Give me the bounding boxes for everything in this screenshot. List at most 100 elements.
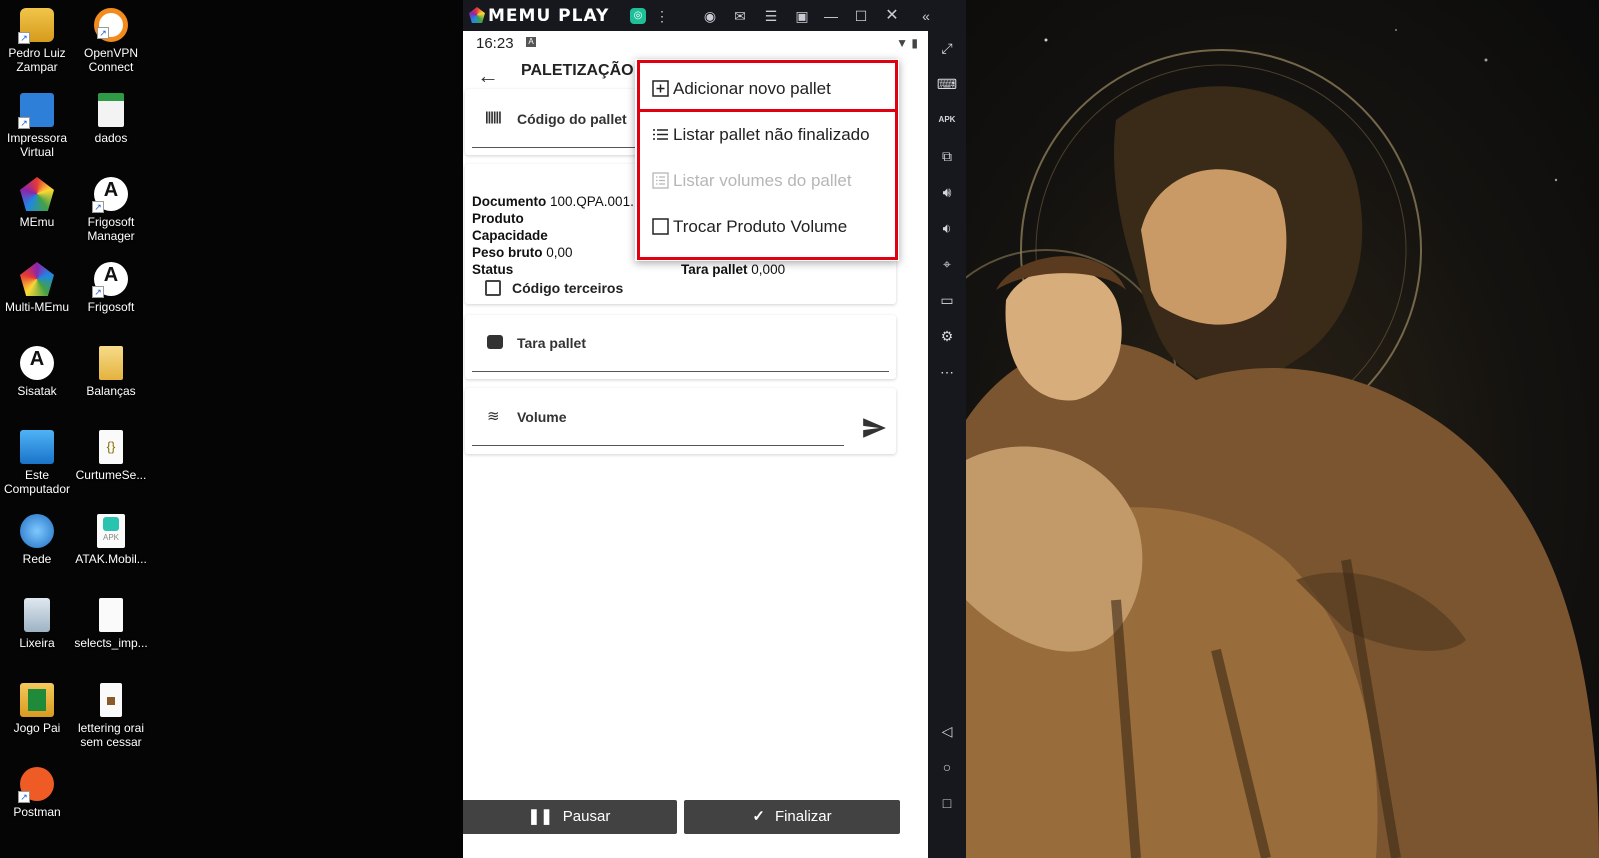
more-horizontal-icon[interactable]: ⋯ [936, 361, 958, 383]
memu-logo-icon [469, 7, 485, 23]
status-row: Status [472, 262, 513, 277]
mail-icon[interactable]: ✉ [730, 6, 750, 26]
collapse-sidebar-icon[interactable]: « [916, 6, 936, 26]
desktop-icon-label: CurtumeSe... [75, 468, 147, 482]
json-file-icon: {} [99, 430, 123, 464]
volume-up-icon[interactable]: 🔊︎ [936, 181, 958, 203]
pause-button-label: Pausar [562, 808, 611, 825]
desktop: ↗ Pedro Luiz Zampar ↗ Impressora Virtual… [0, 0, 1599, 858]
android-recents-icon[interactable]: □ [936, 792, 958, 814]
tara-pallet-row: Tara pallet 0,000 [681, 262, 785, 277]
multi-memu-icon [20, 262, 54, 296]
notification-icon: A [526, 37, 536, 47]
tara-pallet-card: Tara pallet [465, 315, 896, 379]
desktop-icon-label: Frigosoft Manager [87, 215, 135, 243]
page-title: PALETIZAÇÃO I [521, 62, 643, 79]
android-status-bar: 16:23 A ▼ ▮ [463, 31, 928, 53]
desktop-icon-label: Postman [13, 805, 61, 819]
desktop-icon-label: Frigosoft [87, 300, 135, 314]
codigo-terceiros-checkbox[interactable] [485, 280, 501, 296]
desktop-icon-label: Multi-MEmu [4, 300, 69, 314]
maximize-icon[interactable]: ☐ [851, 6, 871, 26]
desktop-icon-pedro[interactable]: ↗ Pedro Luiz Zampar [0, 8, 74, 74]
minimize-icon[interactable]: — [821, 6, 841, 26]
close-icon[interactable]: ✕ [882, 6, 902, 26]
desktop-icon-dados[interactable]: dados [74, 93, 148, 145]
volume-input[interactable]: Volume [517, 409, 567, 425]
peso-bruto-row: Peso bruto 0,00 [472, 245, 573, 260]
desktop-icon-openvpn[interactable]: ↗ OpenVPN Connect [74, 8, 148, 74]
send-icon[interactable] [861, 415, 887, 441]
folder-icon [20, 683, 54, 717]
folder-icon [99, 346, 123, 380]
desktop-icon-label: selects_imp... [74, 636, 148, 650]
desktop-icon-este-computador[interactable]: Este Computador [0, 430, 74, 496]
desktop-icon-frigosoft-manager[interactable]: A ↗ Frigosoft Manager [74, 177, 148, 243]
emulator-sidebar: ⤢ ⌨ APK ⧉ 🔊︎ 🔉︎ ⌖ ▭ ⚙ ⋯ ◁ ○ □ [928, 31, 966, 858]
memu-logo: MEMU PLAY [469, 6, 609, 26]
desktop-icon-rede[interactable]: Rede [0, 514, 74, 566]
desktop-icon-label: OpenVPN Connect [83, 46, 139, 74]
peso-bruto-label: Peso bruto [472, 245, 543, 260]
apk-install-icon[interactable]: APK [936, 109, 958, 131]
volume-card: ≋ Volume [465, 388, 896, 454]
screen-icon[interactable]: ▣ [792, 6, 812, 26]
desktop-icon-jogo-pai[interactable]: Jogo Pai [0, 683, 74, 735]
desktop-icon-label: Pedro Luiz Zampar [8, 46, 66, 74]
desktop-icon-lettering[interactable]: lettering orai sem cessar [74, 683, 148, 749]
highlight-box-add [637, 60, 898, 112]
keyboard-icon[interactable]: ⌨ [936, 73, 958, 95]
scale-weight-icon [487, 335, 503, 349]
desktop-icon-impressora[interactable]: ↗ Impressora Virtual [0, 93, 74, 159]
memu-icon [20, 177, 54, 211]
desktop-icon-label: Jogo Pai [13, 721, 61, 735]
game-center-icon[interactable]: ◎ [630, 8, 646, 24]
android-home-icon[interactable]: ○ [936, 756, 958, 778]
desktop-icon-sisatak[interactable]: A Sisatak [0, 346, 74, 398]
desktop-icon-frigosoft[interactable]: A ↗ Frigosoft [74, 262, 148, 314]
multi-window-icon[interactable]: ⧉ [936, 145, 958, 167]
finish-button[interactable]: ✓ Finalizar [684, 800, 900, 834]
desktop-icon-balancas[interactable]: Balanças [74, 346, 148, 398]
text-file-icon [99, 598, 123, 632]
image-file-icon [100, 683, 122, 717]
desktop-icon-atak-mobile[interactable]: APK ATAK.Mobil... [74, 514, 148, 566]
peso-bruto-value: 0,00 [546, 245, 573, 260]
folder-icon[interactable]: ▭ [936, 289, 958, 311]
location-icon[interactable]: ⌖ [936, 253, 958, 275]
tara-pallet-input[interactable]: Tara pallet [517, 335, 586, 351]
account-icon[interactable]: ◉ [700, 6, 720, 26]
desktop-icon-label: dados [94, 131, 128, 145]
back-arrow-icon[interactable]: ← [473, 61, 503, 91]
menu-icon[interactable]: ☰ [761, 6, 781, 26]
settings-gear-icon[interactable]: ⚙ [936, 325, 958, 347]
network-icon [20, 514, 54, 548]
barcode-icon: |||||| [485, 109, 502, 124]
desktop-icon-label: Balanças [86, 384, 136, 398]
fullscreen-icon[interactable]: ⤢ [936, 37, 958, 59]
computer-icon [20, 430, 54, 464]
desktop-icon-label: Sisatak [17, 384, 57, 398]
pause-icon: ❚❚ [527, 808, 553, 825]
desktop-icon-label: lettering orai sem cessar [77, 721, 145, 749]
pallet-code-input[interactable]: Código do pallet [517, 111, 627, 127]
postman-icon: ↗ [18, 767, 54, 803]
documento-value: 100.QPA.001. [550, 194, 634, 209]
produto-row: Produto [472, 211, 524, 226]
volume-down-icon[interactable]: 🔉︎ [936, 217, 958, 239]
more-vertical-icon[interactable]: ⋮ [652, 6, 672, 26]
desktop-icon-selects[interactable]: selects_imp... [74, 598, 148, 650]
capacidade-row: Capacidade [472, 228, 548, 243]
android-back-icon[interactable]: ◁ [936, 720, 958, 742]
recycle-bin-icon [24, 598, 50, 632]
desktop-icon-label: Este Computador [3, 468, 71, 496]
desktop-icon-lixeira[interactable]: Lixeira [0, 598, 74, 650]
wallpaper-image [966, 0, 1599, 858]
desktop-icon-multi-memu[interactable]: Multi-MEmu [0, 262, 74, 314]
desktop-icon-label: Rede [22, 552, 52, 566]
desktop-icon-memu[interactable]: MEmu [0, 177, 74, 229]
desktop-icon-postman[interactable]: ↗ Postman [0, 767, 74, 819]
desktop-icon-curtumese[interactable]: {} CurtumeSe... [74, 430, 148, 482]
pause-button[interactable]: ❚❚ Pausar [463, 800, 677, 834]
printer-icon: ↗ [18, 93, 54, 129]
